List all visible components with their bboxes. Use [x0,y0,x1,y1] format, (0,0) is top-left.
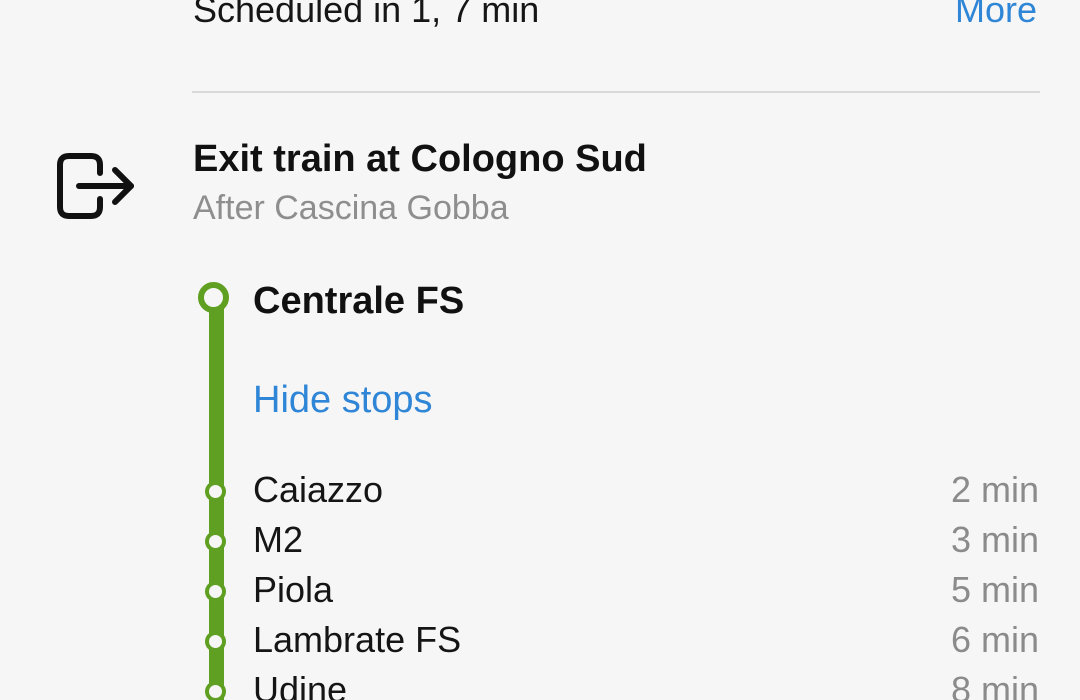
section-divider [192,91,1040,93]
exit-arrow-icon [57,153,134,219]
hide-stops-button[interactable]: Hide stops [253,376,433,424]
stop-row-piola: Piola 5 min [0,565,1080,615]
stop-time: 5 min [950,569,1039,610]
stop-name: Lambrate FS [253,619,462,660]
stop-name: Caiazzo [253,469,384,510]
station-name: Centrale FS [253,280,465,322]
stop-row-m2: M2 3 min [0,515,1080,565]
stop-name: Piola [253,569,334,610]
stop-row-udine: Udine 8 min [0,665,1080,700]
stop-time: 8 min [950,669,1039,700]
exit-step-subtitle: After Cascina Gobba [193,189,509,227]
stop-time: 3 min [950,519,1039,560]
stop-dot-icon [205,581,226,602]
transit-directions-screen: Scheduled in 1, 7 min More Exit train at… [0,0,1080,700]
stop-name: M2 [253,519,304,560]
stop-dot-icon [205,531,226,552]
stop-row-caiazzo: Caiazzo 2 min [0,465,1080,515]
scheduled-time-text: Scheduled in 1, 7 min [193,0,540,30]
more-button[interactable]: More [955,0,1037,36]
stop-dot-icon [205,681,226,700]
station-node-icon [198,282,229,313]
stops-list: Caiazzo 2 min M2 3 min Piola 5 min Lambr… [0,465,1080,700]
stop-name: Udine [253,669,348,700]
stop-dot-icon [205,631,226,652]
exit-step-title: Exit train at Cologno Sud [193,138,647,180]
stop-dot-icon [205,481,226,502]
stop-time: 2 min [950,469,1039,510]
stop-row-lambrate-fs: Lambrate FS 6 min [0,615,1080,665]
stop-time: 6 min [950,619,1039,660]
